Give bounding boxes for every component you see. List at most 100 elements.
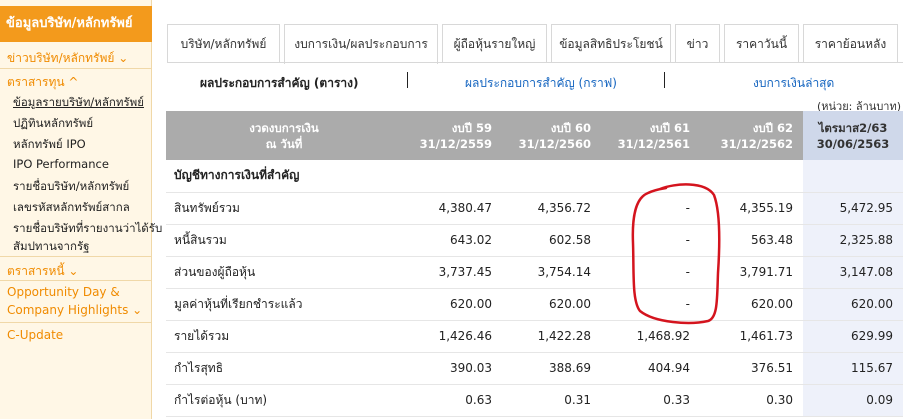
- sidebar-company-highlights[interactable]: Company Highlights ⌄: [7, 303, 142, 317]
- header-fy62: งบปี 62 31/12/2562: [700, 111, 803, 160]
- subnav-divider: [407, 72, 408, 88]
- sidebar-item-isin[interactable]: เลขรหัสหลักทรัพย์สากล: [13, 199, 130, 217]
- table-cell: 0.33: [601, 384, 700, 417]
- tab-news[interactable]: ข่าว: [675, 24, 720, 62]
- table-cell: [601, 160, 700, 193]
- table-cell: 3,147.08: [803, 256, 903, 289]
- table-cell: 3,754.14: [502, 256, 601, 289]
- tab-rights[interactable]: ข้อมูลสิทธิประโยชน์: [551, 24, 671, 62]
- sidebar-item-calendar[interactable]: ปฏิทินหลักทรัพย์: [13, 115, 93, 133]
- sidebar-item-concession-2[interactable]: สัมปทานจากรัฐ: [13, 238, 89, 256]
- table-cell: 3,791.71: [700, 256, 803, 289]
- sidebar-header: ข้อมูลบริษัท/หลักทรัพย์: [0, 6, 152, 42]
- header-line1: งบปี 59: [451, 120, 492, 135]
- table-row: สินทรัพย์รวม 4,380.47 4,356.72 - 4,355.1…: [166, 192, 903, 225]
- table-cell: 563.48: [700, 224, 803, 257]
- table-cell: [700, 160, 803, 193]
- header-line2: 31/12/2559: [419, 136, 492, 151]
- sidebar-divider: [0, 68, 152, 69]
- header-period-line1: งวดงบการเงิน: [249, 120, 319, 135]
- subnav-divider: [664, 72, 665, 88]
- table-cell: 388.69: [502, 352, 601, 385]
- table-cell: 1,461.73: [700, 320, 803, 353]
- header-fy60: งบปี 60 31/12/2560: [502, 111, 601, 160]
- subnav-key-graph[interactable]: ผลประกอบการสำคัญ (กราฟ): [465, 74, 617, 93]
- sidebar-opportunity-day[interactable]: Opportunity Day &: [7, 285, 120, 299]
- table-cell: [402, 160, 502, 193]
- table-cell: 620.00: [700, 288, 803, 321]
- table-row: หนี้สินรวม 643.02 602.58 - 563.48 2,325.…: [166, 224, 903, 257]
- sidebar-item-ipo[interactable]: หลักทรัพย์ IPO: [13, 136, 86, 154]
- subnav-key-table[interactable]: ผลประกอบการสำคัญ (ตาราง): [200, 74, 358, 93]
- header-line2: 31/12/2562: [720, 136, 793, 151]
- header-line1: งบปี 61: [649, 120, 690, 135]
- table-cell: 4,355.19: [700, 192, 803, 225]
- section-title: บัญชีทางการเงินที่สำคัญ: [166, 160, 402, 193]
- tab-historical-price[interactable]: ราคาย้อนหลัง: [803, 24, 898, 62]
- tab-company[interactable]: บริษัท/หลักทรัพย์: [167, 24, 280, 62]
- table-header-row: งวดงบการเงิน ณ วันที่ งบปี 59 31/12/2559…: [166, 111, 903, 160]
- table-cell: 620.00: [803, 288, 903, 321]
- header-period: งวดงบการเงิน ณ วันที่: [166, 111, 402, 160]
- table-cell: 0.63: [402, 384, 502, 417]
- header-line2: 31/12/2561: [617, 136, 690, 151]
- header-fy61: งบปี 61 31/12/2561: [601, 111, 700, 160]
- header-line2: 31/12/2560: [518, 136, 591, 151]
- table-cell: 629.99: [803, 320, 903, 353]
- table-row: ส่วนของผู้ถือหุ้น 3,737.45 3,754.14 - 3,…: [166, 256, 903, 289]
- table-cell: [502, 160, 601, 193]
- table-cell: 0.09: [803, 384, 903, 417]
- row-label: หนี้สินรวม: [166, 224, 402, 257]
- table-cell: 620.00: [402, 288, 502, 321]
- table-cell: 390.03: [402, 352, 502, 385]
- sidebar-company-news[interactable]: ข่าวบริษัท/หลักทรัพย์ ⌄: [7, 49, 128, 68]
- table-cell: 5,472.95: [803, 192, 903, 225]
- sidebar-item-company-data[interactable]: ข้อมูลรายบริษัท/หลักทรัพย์: [13, 94, 144, 112]
- row-label: กำไรต่อหุ้น (บาท): [166, 384, 402, 417]
- row-label: รายได้รวม: [166, 320, 402, 353]
- sidebar: ข้อมูลบริษัท/หลักทรัพย์ ข่าวบริษัท/หลักท…: [0, 0, 162, 419]
- table-cell: 376.51: [700, 352, 803, 385]
- subnav-latest-statement[interactable]: งบการเงินล่าสุด: [753, 74, 834, 93]
- table-cell: -: [601, 256, 700, 289]
- table-cell: 4,380.47: [402, 192, 502, 225]
- tab-today-price[interactable]: ราคาวันนี้: [724, 24, 799, 62]
- table-cell: -: [601, 192, 700, 225]
- table-cell: 115.67: [803, 352, 903, 385]
- table-cell: 3,737.45: [402, 256, 502, 289]
- table-cell: 1,422.28: [502, 320, 601, 353]
- table-row: กำไรสุทธิ 390.03 388.69 404.94 376.51 11…: [166, 352, 903, 385]
- tab-major-shareholders[interactable]: ผู้ถือหุ้นรายใหญ่: [442, 24, 547, 62]
- row-label: กำไรสุทธิ: [166, 352, 402, 385]
- tab-financials[interactable]: งบการเงิน/ผลประกอบการ: [284, 24, 438, 64]
- sidebar-equity-section[interactable]: ตราสารทุน ^: [7, 73, 78, 92]
- sidebar-divider: [0, 322, 152, 323]
- header-line1: งบปี 60: [550, 120, 591, 135]
- table-cell: -: [601, 224, 700, 257]
- table-cell: 0.30: [700, 384, 803, 417]
- table-cell: 620.00: [502, 288, 601, 321]
- table-cell: 2,325.88: [803, 224, 903, 257]
- header-line1: งบปี 62: [752, 120, 793, 135]
- header-fy59: งบปี 59 31/12/2559: [402, 111, 502, 160]
- sidebar-debt-section[interactable]: ตราสารหนี้ ⌄: [7, 262, 78, 281]
- table-cell: 643.02: [402, 224, 502, 257]
- row-label: มูลค่าหุ้นที่เรียกชำระแล้ว: [166, 288, 402, 321]
- header-line2: 30/06/2563: [816, 136, 890, 151]
- table-cell: 602.58: [502, 224, 601, 257]
- financial-table: งวดงบการเงิน ณ วันที่ งบปี 59 31/12/2559…: [166, 111, 903, 417]
- table-cell: [803, 160, 903, 193]
- header-line1: ไตรมาส2/63: [818, 120, 888, 135]
- header-q2-63: ไตรมาส2/63 30/06/2563: [803, 111, 903, 160]
- row-label: ส่วนของผู้ถือหุ้น: [166, 256, 402, 289]
- row-label: สินทรัพย์รวม: [166, 192, 402, 225]
- sidebar-item-concession-1[interactable]: รายชื่อบริษัทที่รายงานว่าได้รับ: [13, 220, 162, 238]
- tab-underline: [167, 62, 903, 63]
- table-cell: -: [601, 288, 700, 321]
- sidebar-c-update[interactable]: C-Update: [7, 328, 63, 342]
- sidebar-item-ipo-performance[interactable]: IPO Performance: [13, 157, 109, 171]
- table-row: กำไรต่อหุ้น (บาท) 0.63 0.31 0.33 0.30 0.…: [166, 384, 903, 417]
- table-cell: 404.94: [601, 352, 700, 385]
- sidebar-item-company-list[interactable]: รายชื่อบริษัท/หลักทรัพย์: [13, 178, 129, 196]
- header-period-line2: ณ วันที่: [265, 136, 303, 151]
